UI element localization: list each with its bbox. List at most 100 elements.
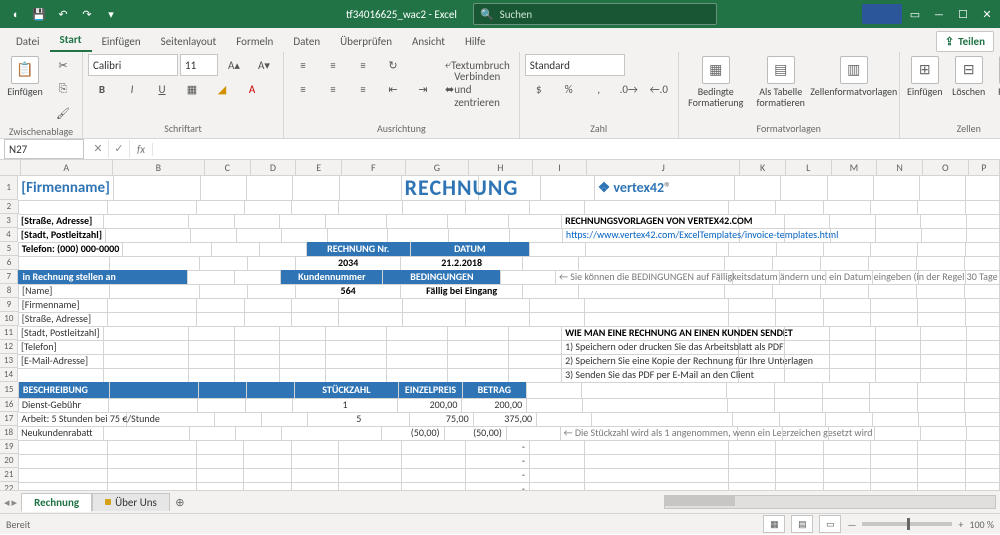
save-icon[interactable]: 💾 (28, 3, 50, 25)
cell[interactable]: - (466, 440, 530, 455)
horizontal-scrollbar[interactable] (190, 495, 1000, 509)
cell[interactable] (387, 340, 448, 355)
view-page-break-button[interactable]: ▭ (819, 515, 841, 533)
row-header[interactable]: 16 (0, 398, 19, 412)
cell[interactable] (918, 200, 965, 215)
cell[interactable] (388, 228, 449, 243)
cell[interactable]: 2) Speichern Sie eine Kopie der Rechnung… (562, 354, 739, 369)
font-name-combo[interactable]: Calibri (88, 54, 178, 76)
column-header[interactable]: I (533, 160, 588, 176)
cell[interactable] (785, 326, 831, 341)
cell[interactable] (871, 468, 918, 483)
cell[interactable]: 2034 (296, 256, 401, 271)
cell[interactable] (967, 228, 1000, 243)
cell[interactable] (339, 454, 402, 469)
format-painter-button[interactable]: 🖌 (49, 102, 77, 124)
cell[interactable]: 21.2.2018 (401, 256, 523, 271)
cell[interactable] (873, 412, 920, 427)
row-header[interactable]: 7 (0, 270, 18, 284)
cell[interactable] (870, 398, 918, 413)
decrease-font-button[interactable]: A▾ (250, 54, 278, 76)
cell[interactable] (918, 482, 965, 490)
column-header[interactable]: B (113, 160, 205, 176)
cell[interactable] (292, 440, 339, 455)
qat-customize-icon[interactable]: ▾ (100, 3, 122, 25)
cell[interactable] (248, 284, 296, 299)
decrease-decimal-button[interactable]: ←.0 (645, 78, 673, 100)
cell[interactable] (966, 200, 1000, 215)
cell[interactable] (248, 256, 296, 271)
cell[interactable] (339, 200, 402, 215)
row-header[interactable]: 6 (0, 256, 19, 270)
sheet-tab-ueber-uns[interactable]: Über Uns (92, 493, 170, 511)
cell[interactable] (871, 242, 918, 257)
cell[interactable] (402, 440, 465, 455)
cell[interactable] (824, 468, 871, 483)
cell[interactable] (509, 368, 562, 383)
cell[interactable] (280, 214, 326, 229)
cell[interactable] (826, 412, 873, 427)
cell[interactable] (585, 454, 729, 469)
cell[interactable] (776, 468, 823, 483)
accounting-format-button[interactable]: $ (525, 78, 553, 100)
cell[interactable]: 1 (293, 398, 397, 413)
cell[interactable] (585, 440, 729, 455)
cell[interactable] (197, 468, 244, 483)
cell[interactable] (785, 354, 831, 369)
cell[interactable] (735, 176, 781, 201)
underline-button[interactable]: U (148, 78, 176, 100)
cell[interactable] (235, 354, 281, 369)
cell[interactable]: Arbeit: 5 Stunden bei 75 €/Stunde (18, 412, 127, 427)
cell[interactable] (830, 214, 876, 229)
cell[interactable]: WIE MAN EINE RECHNUNG AN EINEN KUNDEN SE… (562, 326, 739, 341)
cell[interactable] (921, 368, 967, 383)
cell[interactable] (920, 176, 966, 201)
cell[interactable]: Fällig bei Eingang (401, 284, 523, 299)
cell[interactable] (579, 284, 725, 299)
row-header[interactable]: 22 (0, 482, 19, 490)
column-header[interactable]: G (406, 160, 470, 176)
cell[interactable]: Neukundenrabatt (18, 426, 104, 441)
cell[interactable] (387, 326, 448, 341)
cell[interactable] (18, 368, 104, 383)
align-top-button[interactable]: ≡ (289, 54, 317, 76)
cell[interactable] (19, 454, 108, 469)
row-header[interactable]: 2 (0, 200, 19, 214)
cell[interactable]: - (466, 482, 530, 490)
cell[interactable] (826, 270, 873, 285)
cell[interactable] (967, 426, 1000, 441)
cell[interactable] (922, 228, 967, 243)
cell[interactable] (725, 284, 773, 299)
cell[interactable]: STÜCKZAHL (295, 382, 399, 399)
cell[interactable]: 75,00 (410, 412, 473, 427)
cell[interactable] (282, 228, 327, 243)
cell[interactable] (530, 482, 585, 490)
cell[interactable] (402, 468, 465, 483)
cell[interactable] (876, 368, 922, 383)
cell[interactable]: [Telefon] (18, 340, 104, 355)
cell[interactable] (739, 340, 785, 355)
cell[interactable] (965, 256, 1000, 271)
cell[interactable] (785, 214, 831, 229)
cell[interactable] (530, 468, 585, 483)
column-header[interactable]: F (342, 160, 406, 176)
cell[interactable] (466, 298, 529, 313)
ribbon-options-icon[interactable]: ▭ (904, 3, 926, 25)
cell[interactable] (828, 176, 874, 201)
comma-format-button[interactable]: , (585, 78, 613, 100)
increase-decimal-button[interactable]: .0→ (615, 78, 643, 100)
row-header[interactable]: 21 (0, 468, 19, 482)
cell[interactable] (585, 200, 729, 215)
cell[interactable] (921, 354, 967, 369)
cell[interactable] (212, 242, 259, 257)
column-header[interactable]: E (296, 160, 342, 176)
row-header[interactable]: 11 (0, 326, 18, 340)
cell[interactable]: BEDINGUNGEN (383, 270, 501, 285)
cell[interactable] (876, 326, 922, 341)
tab-ansicht[interactable]: Ansicht (402, 30, 455, 52)
cell[interactable] (523, 256, 579, 271)
row-header[interactable]: 20 (0, 454, 19, 468)
cell[interactable] (200, 256, 248, 271)
cut-button[interactable]: ✂ (49, 54, 77, 76)
cell[interactable] (966, 440, 1000, 455)
